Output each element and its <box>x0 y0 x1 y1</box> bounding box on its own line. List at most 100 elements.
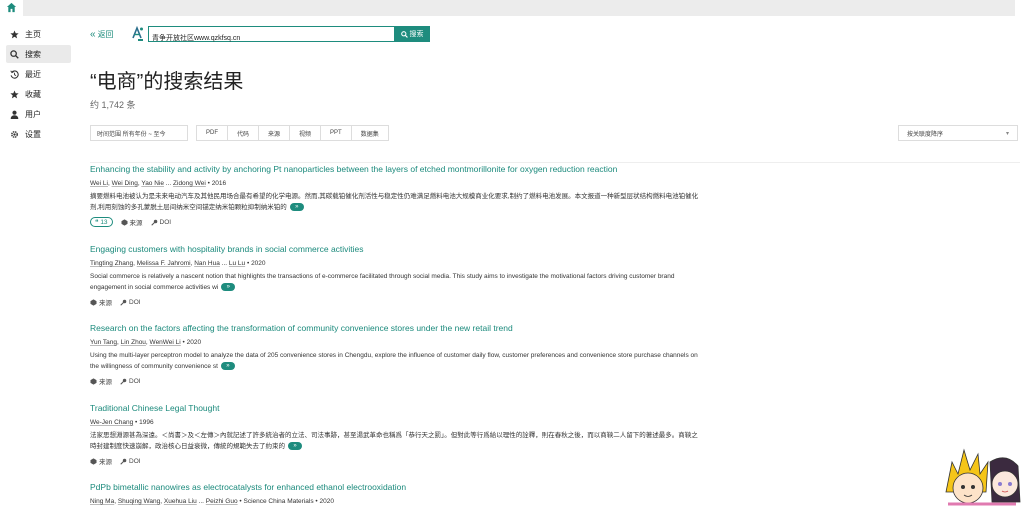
result-item: Engaging customers with hospitality bran… <box>90 244 710 307</box>
author-link[interactable]: Lin Zhou <box>121 339 146 346</box>
user-icon <box>10 110 19 119</box>
sidebar-item-label: 设置 <box>25 129 41 139</box>
source-icon <box>121 218 128 226</box>
filter-dataset[interactable]: 数据集 <box>352 126 388 140</box>
cite-count-badge[interactable]: ❝ 13 <box>90 217 113 227</box>
sidebar-item-label: 主页 <box>25 29 41 39</box>
star-icon <box>10 89 19 99</box>
result-abstract: Social commerce is relatively a nascent … <box>90 272 700 293</box>
source-link[interactable]: 来源 <box>90 376 112 386</box>
author-link[interactable]: Ning Ma <box>90 498 114 505</box>
result-year: 2020 <box>319 498 334 505</box>
key-icon <box>120 458 127 465</box>
result-year: 2016 <box>211 180 227 187</box>
result-meta: We-Jen Chang • 1996 <box>90 419 154 426</box>
author-link[interactable]: Shuqing Wang <box>118 498 160 505</box>
result-title[interactable]: PdPb bimetallic nanowires as electrocata… <box>90 482 710 492</box>
top-bar-edge <box>1015 0 1024 16</box>
source-link[interactable]: 来源 <box>90 297 112 307</box>
result-title[interactable]: Research on the factors affecting the tr… <box>90 323 710 333</box>
result-actions: 来源 DOI <box>90 376 710 386</box>
site-logo[interactable] <box>130 25 144 42</box>
filter-pdf[interactable]: PDF <box>197 126 228 140</box>
type-filter-group: PDF 代码 来源 视频 PPT 数据集 <box>196 125 389 141</box>
sidebar: 主页 搜索 最近 收藏 用户 设置 <box>0 16 74 509</box>
result-actions: 来源 DOI <box>90 456 710 466</box>
result-actions: 来源 DOI <box>90 297 710 307</box>
time-range-filter[interactable]: 时间范围 所有年份 ~ 至今 <box>90 125 188 141</box>
key-icon <box>120 299 127 306</box>
sidebar-item-favorites[interactable]: 收藏 <box>6 85 71 103</box>
source-link[interactable]: 来源 <box>121 217 143 227</box>
author-link[interactable]: Tingting Zhang <box>90 260 133 267</box>
source-label: 来源 <box>129 220 143 227</box>
expand-icon[interactable]: » <box>220 361 235 370</box>
source-icon <box>90 457 97 465</box>
source-icon <box>90 298 97 306</box>
result-year: 1996 <box>139 419 154 426</box>
result-meta: Ning Ma, Shuqing Wang, Xuehua Liu ... Pe… <box>90 498 334 505</box>
home-tab[interactable] <box>0 0 23 16</box>
doi-link[interactable]: DOI <box>150 219 171 226</box>
result-title[interactable]: Traditional Chinese Legal Thought <box>90 403 710 413</box>
sidebar-item-user[interactable]: 用户 <box>6 105 71 123</box>
author-link[interactable]: Zidong Wei <box>173 180 206 187</box>
source-label: 来源 <box>99 379 112 386</box>
filter-code[interactable]: 代码 <box>228 126 260 140</box>
divider <box>90 162 1020 163</box>
author-link[interactable]: Xuehua Liu <box>164 498 197 505</box>
author-link[interactable]: Lu Lu <box>229 260 245 267</box>
result-abstract: Using the multi-layer perceptron model t… <box>90 351 700 372</box>
key-icon <box>150 219 157 226</box>
back-link[interactable]: « 返回 <box>90 29 114 40</box>
filter-video[interactable]: 视频 <box>290 126 322 140</box>
doi-label: DOI <box>129 298 141 306</box>
doi-link[interactable]: DOI <box>120 299 141 306</box>
result-meta: Wei Li, Wei Ding, Yao Nie ... Zidong Wei… <box>90 180 227 187</box>
top-bar <box>0 0 1024 16</box>
author-link[interactable]: WenWei Li <box>150 339 181 346</box>
sidebar-item-search[interactable]: 搜索 <box>6 45 71 63</box>
search-input[interactable] <box>149 31 394 45</box>
filter-ppt[interactable]: PPT <box>321 126 352 140</box>
filter-source[interactable]: 来源 <box>259 126 291 140</box>
author-link[interactable]: Wei Ding <box>112 180 138 187</box>
sort-label: 按关联度降序 <box>907 131 944 138</box>
result-title[interactable]: Enhancing the stability and activity by … <box>90 164 710 174</box>
author-link[interactable]: Wei Li <box>90 180 108 187</box>
result-abstract: 法家思想淵源甚為深遠。＜尚書＞及＜左傳＞內就記述了許多統治者的立法、司法事跡，甚… <box>90 431 700 452</box>
sidebar-item-label: 最近 <box>25 69 41 79</box>
author-link[interactable]: Nan Hua <box>194 260 220 267</box>
source-link[interactable]: 来源 <box>90 456 112 466</box>
abstract-text: 法家思想淵源甚為深遠。＜尚書＞及＜左傳＞內就記述了許多統治者的立法、司法事跡，甚… <box>90 432 698 450</box>
author-link[interactable]: We-Jen Chang <box>90 419 133 426</box>
sidebar-item-home[interactable]: 主页 <box>6 25 71 43</box>
expand-icon[interactable]: » <box>221 282 236 291</box>
expand-icon[interactable]: » <box>289 202 304 211</box>
search-icon <box>400 30 408 38</box>
author-link[interactable]: Yao Nie <box>141 180 164 187</box>
back-label: 返回 <box>97 30 114 39</box>
result-title[interactable]: Engaging customers with hospitality bran… <box>90 244 710 254</box>
result-meta: Tingting Zhang, Melissa F. Jahromi, Nan … <box>90 260 266 267</box>
search-icon <box>10 49 19 59</box>
sidebar-item-label: 用户 <box>25 109 41 119</box>
sidebar-item-settings[interactable]: 设置 <box>6 125 71 143</box>
mascot-illustration <box>938 432 1024 509</box>
search-button[interactable]: 搜索 <box>394 26 430 42</box>
author-link[interactable]: Yun Tang <box>90 339 117 346</box>
main-content: « 返回 搜索 “电商”的搜索结果 约 1,742 条 时间范围 所有年份 ~ … <box>90 16 1024 509</box>
sidebar-item-recent[interactable]: 最近 <box>6 65 71 83</box>
source-icon <box>90 377 97 385</box>
history-icon <box>10 69 19 79</box>
star-icon <box>10 29 19 39</box>
result-abstract: 摘要燃料电池被认为是未来电动汽车及其他民用场合最有希望的化学电源。然而,其碳载铂… <box>90 192 700 213</box>
expand-icon[interactable]: » <box>288 441 302 450</box>
doi-link[interactable]: DOI <box>120 378 141 385</box>
key-icon <box>120 378 127 385</box>
author-link[interactable]: Melissa F. Jahromi <box>137 260 191 267</box>
abstract-text: Social commerce is relatively a nascent … <box>90 273 675 291</box>
author-link[interactable]: Peizhi Guo <box>206 498 238 505</box>
sort-select[interactable]: 按关联度降序 ▾ <box>898 125 1018 141</box>
doi-link[interactable]: DOI <box>120 458 141 465</box>
